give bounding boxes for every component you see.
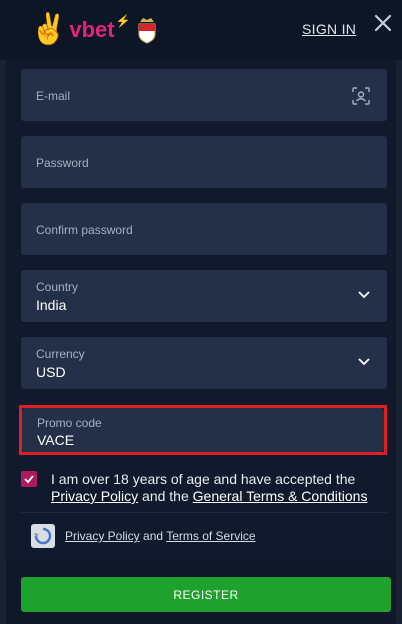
- promo-code-value: VACE: [37, 432, 75, 448]
- currency-value: USD: [36, 364, 66, 380]
- recaptcha-arrows-icon: [34, 527, 52, 545]
- recaptcha-privacy-link[interactable]: Privacy Policy: [65, 529, 140, 543]
- chevron-down-icon[interactable]: [357, 357, 371, 367]
- background-edge-right: [396, 0, 402, 624]
- country-value: India: [36, 297, 67, 313]
- checkmark-icon: [24, 475, 34, 484]
- close-icon[interactable]: [374, 14, 392, 32]
- consent-and: and the: [142, 488, 189, 504]
- currency-label: Currency: [36, 347, 85, 361]
- club-crest-icon: [138, 18, 156, 44]
- vbet-logo[interactable]: ✌ vbet ⚡: [30, 12, 157, 48]
- password-placeholder: Password: [36, 156, 89, 170]
- divider: [21, 512, 387, 513]
- age-consent-checkbox[interactable]: [21, 471, 37, 487]
- victory-hand-icon: ✌: [30, 13, 68, 46]
- promo-code-field[interactable]: Promo code VACE: [22, 408, 384, 452]
- recaptcha-notice: Privacy Policy and Terms of Service: [65, 529, 256, 543]
- email-field[interactable]: E-mail: [21, 69, 387, 121]
- sign-in-link[interactable]: SIGN IN: [302, 21, 356, 37]
- chevron-down-icon[interactable]: [357, 290, 371, 300]
- logo-text: vbet: [69, 17, 115, 42]
- promo-code-highlight: Promo code VACE: [19, 405, 387, 455]
- confirm-password-placeholder: Confirm password: [36, 223, 133, 237]
- terms-conditions-link[interactable]: General Terms & Conditions: [193, 488, 368, 504]
- recaptcha-terms-link[interactable]: Terms of Service: [166, 529, 255, 543]
- modal-header: ✌ vbet ⚡ SIGN IN: [0, 0, 402, 60]
- password-field[interactable]: Password: [21, 136, 387, 188]
- lightning-icon: ⚡: [115, 14, 131, 28]
- consent-prefix: I am over 18 years of age and have accep…: [51, 471, 356, 487]
- confirm-password-field[interactable]: Confirm password: [21, 203, 387, 255]
- country-select[interactable]: Country India: [21, 270, 387, 322]
- email-placeholder: E-mail: [36, 89, 71, 103]
- privacy-policy-link[interactable]: Privacy Policy: [51, 488, 138, 504]
- currency-select[interactable]: Currency USD: [21, 337, 387, 389]
- age-consent-text: I am over 18 years of age and have accep…: [51, 471, 381, 505]
- country-label: Country: [36, 280, 79, 294]
- register-button[interactable]: REGISTER: [21, 577, 391, 612]
- face-scan-icon[interactable]: [351, 86, 371, 106]
- recaptcha-and: and: [143, 529, 164, 543]
- promo-code-label: Promo code: [37, 416, 102, 430]
- recaptcha-icon: [31, 524, 55, 548]
